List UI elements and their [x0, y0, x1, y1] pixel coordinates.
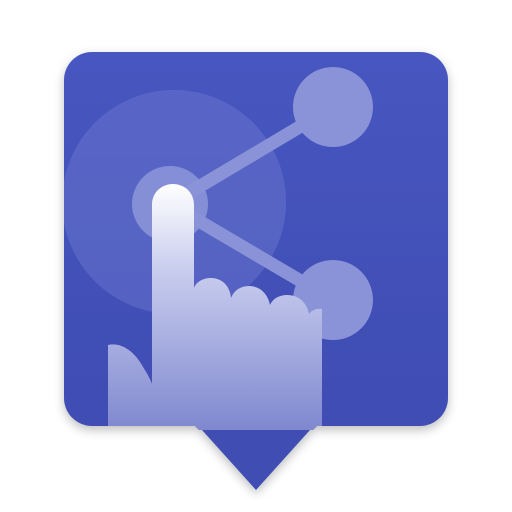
share-touch-app-icon[interactable] [0, 0, 512, 512]
share-node-top [293, 67, 373, 147]
icon-canvas [0, 0, 512, 512]
